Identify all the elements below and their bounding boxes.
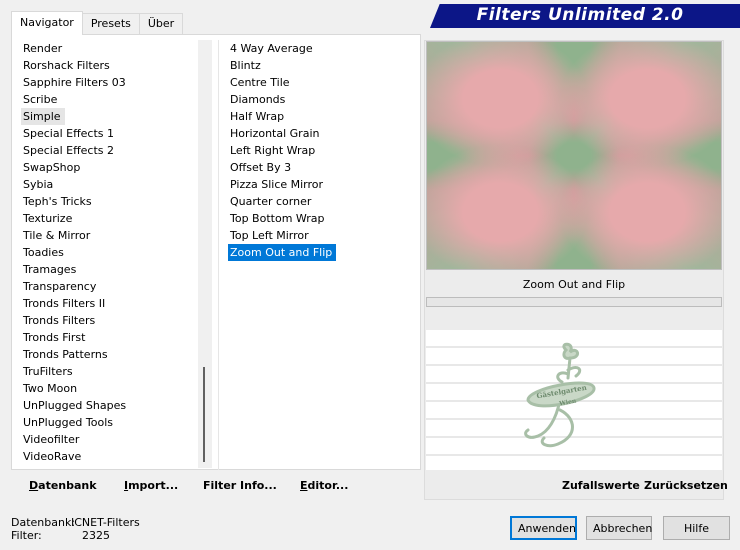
category-list-item[interactable]: Videofilter (21, 431, 199, 448)
selected-filter-name: Zoom Out and Flip (522, 278, 626, 291)
filter-count-label: Filter: (11, 529, 42, 542)
category-list-item[interactable]: Texturize (21, 210, 199, 227)
datenbank-button[interactable]: Datenbank (29, 478, 97, 494)
category-scrollbar-thumb[interactable] (203, 367, 205, 462)
filter-list-item[interactable]: Horizontal Grain (228, 125, 418, 142)
category-list-item[interactable]: Tronds Filters (21, 312, 199, 329)
category-list-item[interactable]: Teph's Tricks (21, 193, 199, 210)
watermark-logo: Gästelgarten Wien (524, 342, 596, 448)
filter-list-item[interactable]: Left Right Wrap (228, 142, 418, 159)
zuruecksetzen-button[interactable]: Zurücksetzen (644, 478, 728, 494)
filter-list-item[interactable]: 4 Way Average (228, 40, 418, 57)
app-title: Filters Unlimited 2.0 (476, 5, 684, 25)
category-list-item[interactable]: Tronds Filters II (21, 295, 199, 312)
category-list-item[interactable]: Toadies (21, 244, 199, 261)
filter-list-item[interactable]: Quarter corner (228, 193, 418, 210)
filter-list-item[interactable]: Offset By 3 (228, 159, 418, 176)
category-list-item[interactable]: UnPlugged Shapes (21, 397, 199, 414)
category-list-item[interactable]: Simple (21, 108, 65, 125)
list-divider (218, 40, 219, 470)
tab-navigator[interactable]: Navigator (11, 11, 83, 35)
category-list-item[interactable]: Tronds Patterns (21, 346, 199, 363)
help-button[interactable]: Hilfe (663, 516, 730, 540)
apply-button[interactable]: Anwenden (510, 516, 577, 540)
slider-line (426, 454, 722, 456)
category-list-item[interactable]: Rorshack Filters (21, 57, 199, 74)
category-list-item[interactable]: Sapphire Filters 03 (21, 74, 199, 91)
filter-list-item[interactable]: Diamonds (228, 91, 418, 108)
filter-count-value: 2325 (82, 529, 110, 542)
filter-list-item[interactable]: Zoom Out and Flip (228, 244, 337, 261)
filter-list-item[interactable]: Blintz (228, 57, 418, 74)
category-list-item[interactable]: Render (21, 40, 199, 57)
category-scrollbar[interactable] (198, 40, 212, 468)
import-button[interactable]: Import... (124, 478, 178, 494)
editor-button[interactable]: Editor... (300, 478, 348, 494)
category-list-item[interactable]: Scribe (21, 91, 199, 108)
category-list-item[interactable]: Tronds First (21, 329, 199, 346)
category-list-item[interactable]: UnPlugged Tools (21, 414, 199, 431)
database-label: Datenbank: (11, 516, 76, 529)
preview-image (426, 41, 722, 270)
category-list-item[interactable]: Special Effects 2 (21, 142, 199, 159)
filter-list-item[interactable]: Centre Tile (228, 74, 418, 91)
category-list-item[interactable]: TruFilters (21, 363, 199, 380)
filter-list-item[interactable]: Half Wrap (228, 108, 418, 125)
status-info: Datenbank: ICNET-Filters Filter: 2325 (11, 516, 140, 542)
cancel-button[interactable]: Abbrechen (586, 516, 652, 540)
category-list-item[interactable]: Transparency (21, 278, 199, 295)
database-value: ICNET-Filters (71, 516, 140, 529)
category-list-item[interactable]: VideoRave (21, 448, 199, 465)
category-list-item[interactable]: Sybia (21, 176, 199, 193)
progress-bar (426, 297, 722, 307)
filter-list-item[interactable]: Top Left Mirror (228, 227, 418, 244)
filter-info-button[interactable]: Filter Info... (203, 478, 277, 494)
tab-bar: Navigator Presets Über (11, 11, 184, 35)
category-list-item[interactable]: Tramages (21, 261, 199, 278)
category-list-item[interactable]: SwapShop (21, 159, 199, 176)
category-list-item[interactable]: Two Moon (21, 380, 199, 397)
filter-list-item[interactable]: Pizza Slice Mirror (228, 176, 418, 193)
filter-list-item[interactable]: Top Bottom Wrap (228, 210, 418, 227)
category-list-item[interactable]: Special Effects 1 (21, 125, 199, 142)
tab-presets[interactable]: Presets (81, 13, 140, 35)
tab-ueber[interactable]: Über (138, 13, 184, 35)
filter-list[interactable]: 4 Way Average Blintz Centre Tile Diamonds Ha… (228, 40, 418, 468)
category-list-item[interactable]: Tile & Mirror (21, 227, 199, 244)
zufallswerte-button[interactable]: Zufallswerte (562, 478, 640, 494)
category-list[interactable]: Render Rorshack Filters Sapphire Filters 0… (21, 40, 199, 468)
